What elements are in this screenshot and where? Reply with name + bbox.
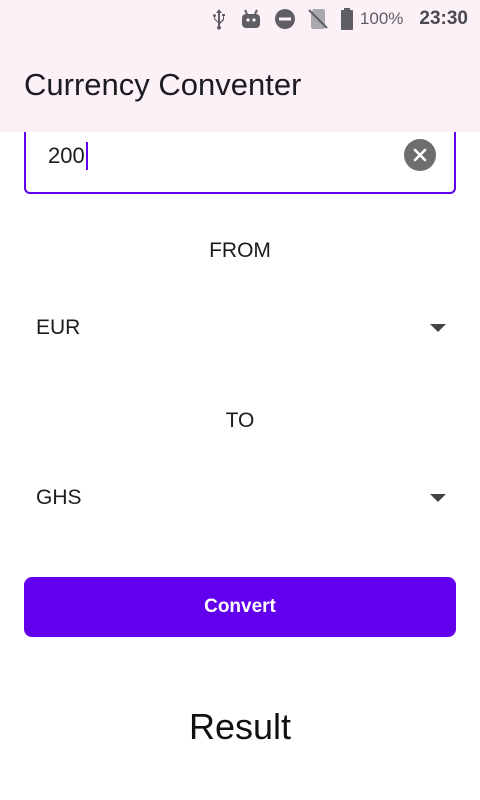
from-currency-value: EUR xyxy=(36,316,81,339)
amount-input-value[interactable]: 200 xyxy=(48,143,85,169)
status-bar: 100% 23:30 xyxy=(0,0,480,38)
from-currency-dropdown[interactable]: EUR xyxy=(24,303,456,353)
battery-icon xyxy=(340,8,354,30)
no-sim-icon xyxy=(308,8,328,30)
dropdown-arrow-icon xyxy=(430,324,446,332)
page-title: Currency Conventer xyxy=(24,67,302,102)
do-not-disturb-icon xyxy=(274,8,296,30)
android-debug-icon xyxy=(240,9,262,29)
to-currency-dropdown[interactable]: GHS xyxy=(24,473,456,523)
amount-input-value-wrapper[interactable]: 200 xyxy=(48,142,88,170)
convert-button[interactable]: Convert xyxy=(24,577,456,637)
dropdown-arrow-icon xyxy=(430,494,446,502)
to-currency-value: GHS xyxy=(36,486,82,509)
from-label: FROM xyxy=(209,239,271,262)
battery-percentage: 100% xyxy=(359,9,404,28)
usb-icon xyxy=(210,8,228,30)
to-label: TO xyxy=(225,409,255,432)
app-bar: Currency Conventer xyxy=(0,38,480,132)
text-cursor xyxy=(85,142,88,170)
clear-circle-icon[interactable] xyxy=(404,139,436,171)
clock: 23:30 xyxy=(419,8,468,29)
result-text: Result xyxy=(188,706,292,747)
